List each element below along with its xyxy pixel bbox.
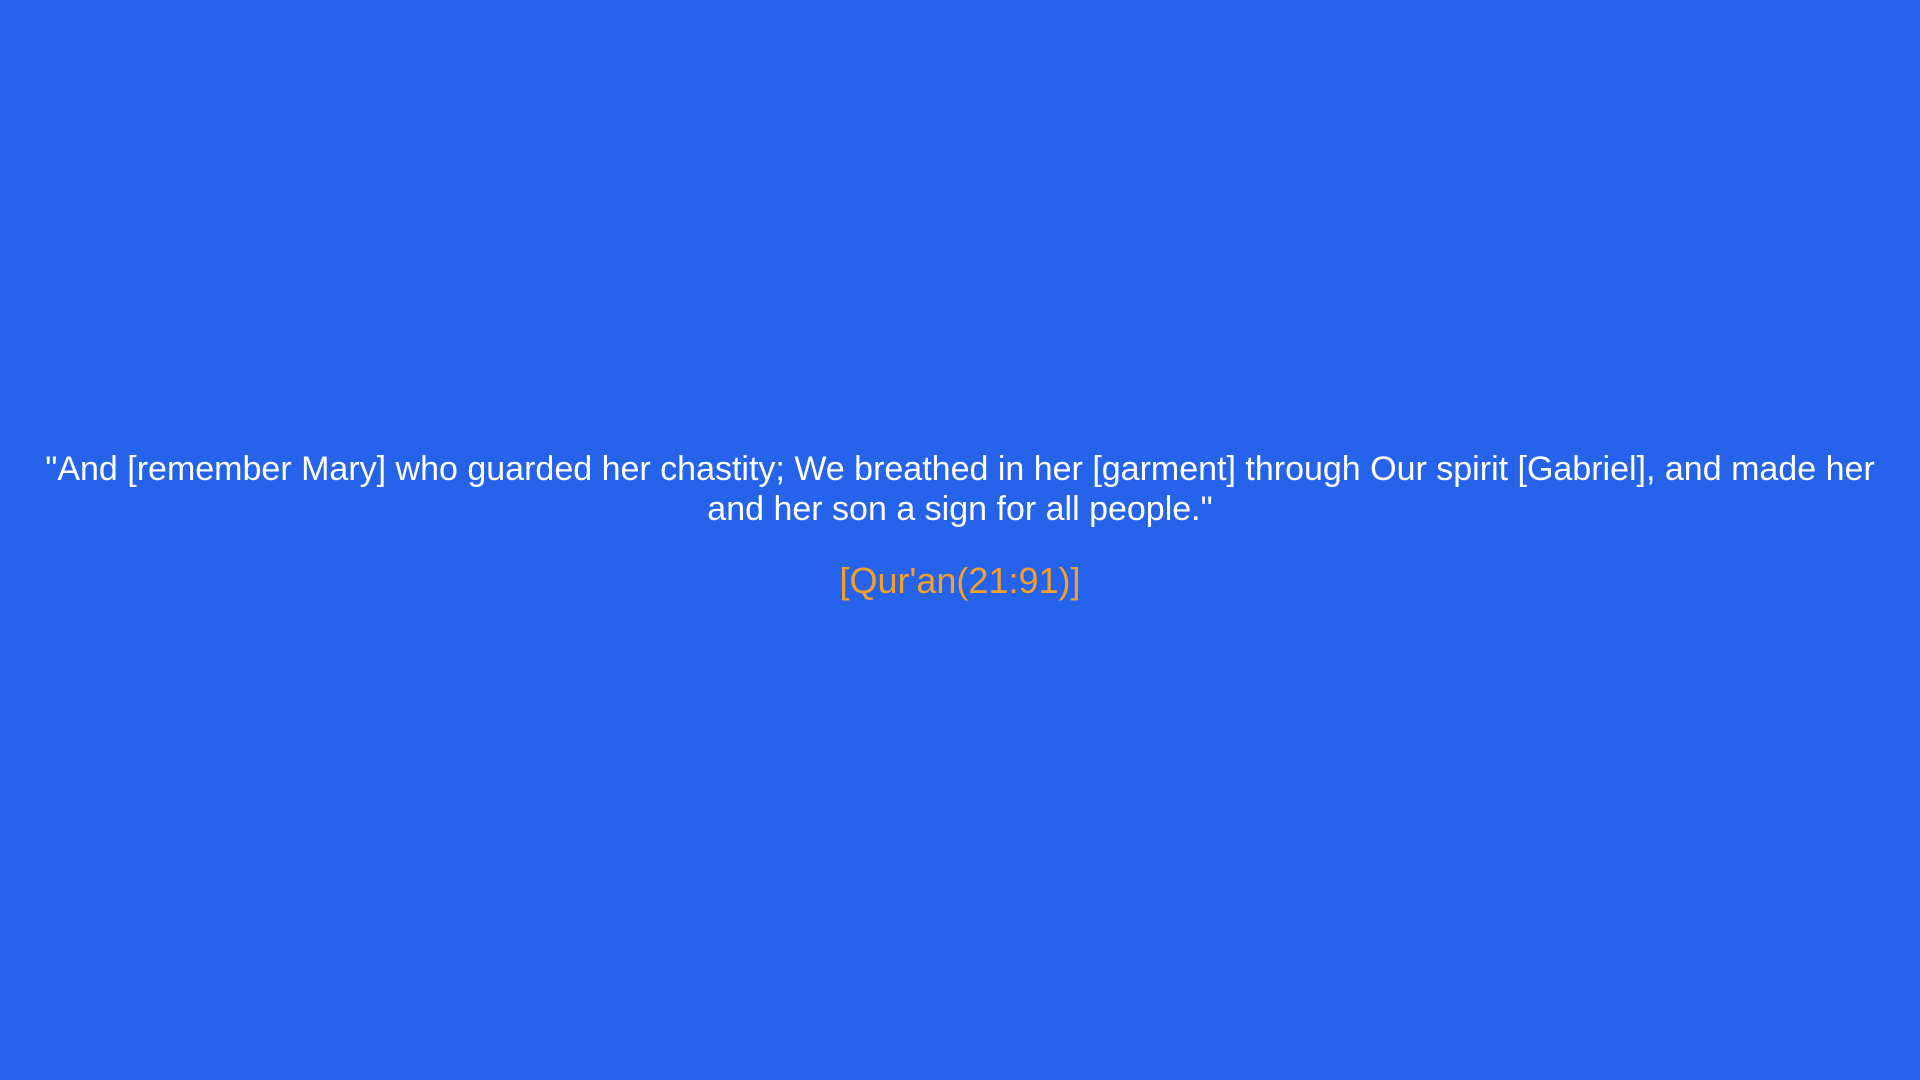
quote-block: "And [remember Mary] who guarded her cha… [24,449,1896,603]
quote-source: [Qur'an(21:91)] [839,560,1081,601]
quote-screen: "And [remember Mary] who guarded her cha… [0,0,1920,1080]
quote-text: "And [remember Mary] who guarded her cha… [45,450,1875,528]
